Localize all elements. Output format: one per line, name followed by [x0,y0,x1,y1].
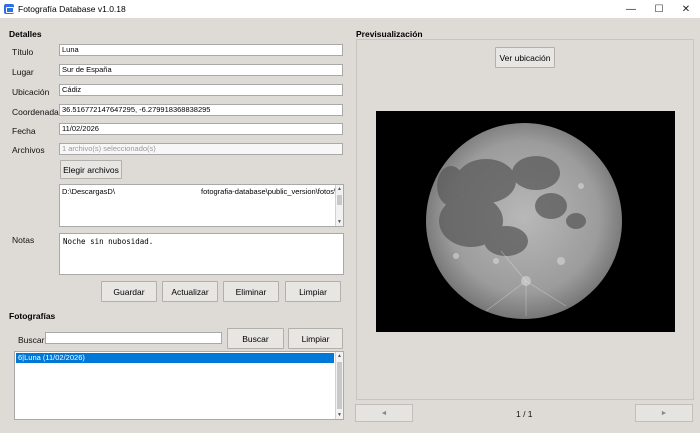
clear-details-button[interactable]: Limpiar [285,281,341,302]
file-path-list[interactable]: D:\DescargasD\ fotografia-database\publi… [59,184,344,227]
date-field[interactable]: 11/02/2026 [59,123,343,135]
coordinates-label: Coordenadas [12,107,64,117]
scroll-thumb[interactable] [337,195,342,205]
title-label: Título [12,47,34,57]
details-section-title: Detalles [9,29,42,39]
location-label: Ubicación [12,87,50,97]
maximize-button[interactable]: ☐ [645,0,673,18]
date-label: Fecha [12,126,36,136]
search-label: Buscar [18,335,45,345]
place-field[interactable]: Sur de España [59,64,343,76]
location-field[interactable]: Cádiz [59,84,343,96]
files-label: Archivos [12,145,45,155]
photos-list-scrollbar[interactable]: ▲ ▼ [335,352,343,419]
files-field: 1 archivo(s) seleccionado(s) [59,143,343,155]
scroll-up-icon[interactable]: ▲ [336,352,343,360]
notes-text: Noche sin nubosidad. [63,237,154,246]
list-item[interactable]: 6|Luna (11/02/2026) [16,353,334,363]
photos-list[interactable]: 6|Luna (11/02/2026) ▲ ▼ [14,351,344,420]
coordinates-field[interactable]: 36.516772147647295, -6.279918368838295 [59,104,343,116]
photo-preview [376,111,675,332]
clear-search-button[interactable]: Limpiar [288,328,343,349]
scroll-thumb[interactable] [337,362,342,409]
list-item-label: 6|Luna (11/02/2026) [18,353,85,362]
file-path-end: fotografia-database\public_version\fotos… [201,187,337,196]
notes-field[interactable]: Noche sin nubosidad. [59,233,344,275]
notes-label: Notas [12,235,35,245]
scroll-down-icon[interactable]: ▼ [336,218,343,226]
app-icon [4,4,14,14]
save-button[interactable]: Guardar [101,281,157,302]
title-bar: Fotografía Database v1.0.18 — ☐ ✕ [0,0,700,18]
file-path-scrollbar[interactable]: ▲ ▼ [335,185,343,226]
update-button[interactable]: Actualizar [162,281,218,302]
preview-panel: Ver ubicación [356,39,694,400]
delete-button[interactable]: Eliminar [223,281,279,302]
photos-section-title: Fotografías [9,311,56,321]
search-input[interactable] [45,332,222,344]
previous-icon: ◄ [380,409,388,417]
scroll-down-icon[interactable]: ▼ [336,411,343,419]
moon-image [426,123,622,319]
place-label: Lugar [12,67,34,77]
close-button[interactable]: ✕ [672,0,700,18]
choose-files-button[interactable]: Elegir archivos [60,160,122,179]
preview-section-title: Previsualización [356,29,423,39]
search-button[interactable]: Buscar [227,328,284,349]
window-title: Fotografía Database v1.0.18 [18,4,126,14]
previous-photo-button[interactable]: ◄ [355,404,413,422]
next-photo-button[interactable]: ► [635,404,693,422]
title-field[interactable]: Luna [59,44,343,56]
app-body: Detalles Título Luna Lugar Sur de España… [0,18,700,433]
minimize-button[interactable]: — [617,0,645,18]
view-location-button[interactable]: Ver ubicación [495,47,555,68]
scroll-up-icon[interactable]: ▲ [336,185,343,193]
pager-text: 1 / 1 [516,409,533,419]
file-path-start: D:\DescargasD\ [62,187,115,196]
next-icon: ► [660,409,668,417]
